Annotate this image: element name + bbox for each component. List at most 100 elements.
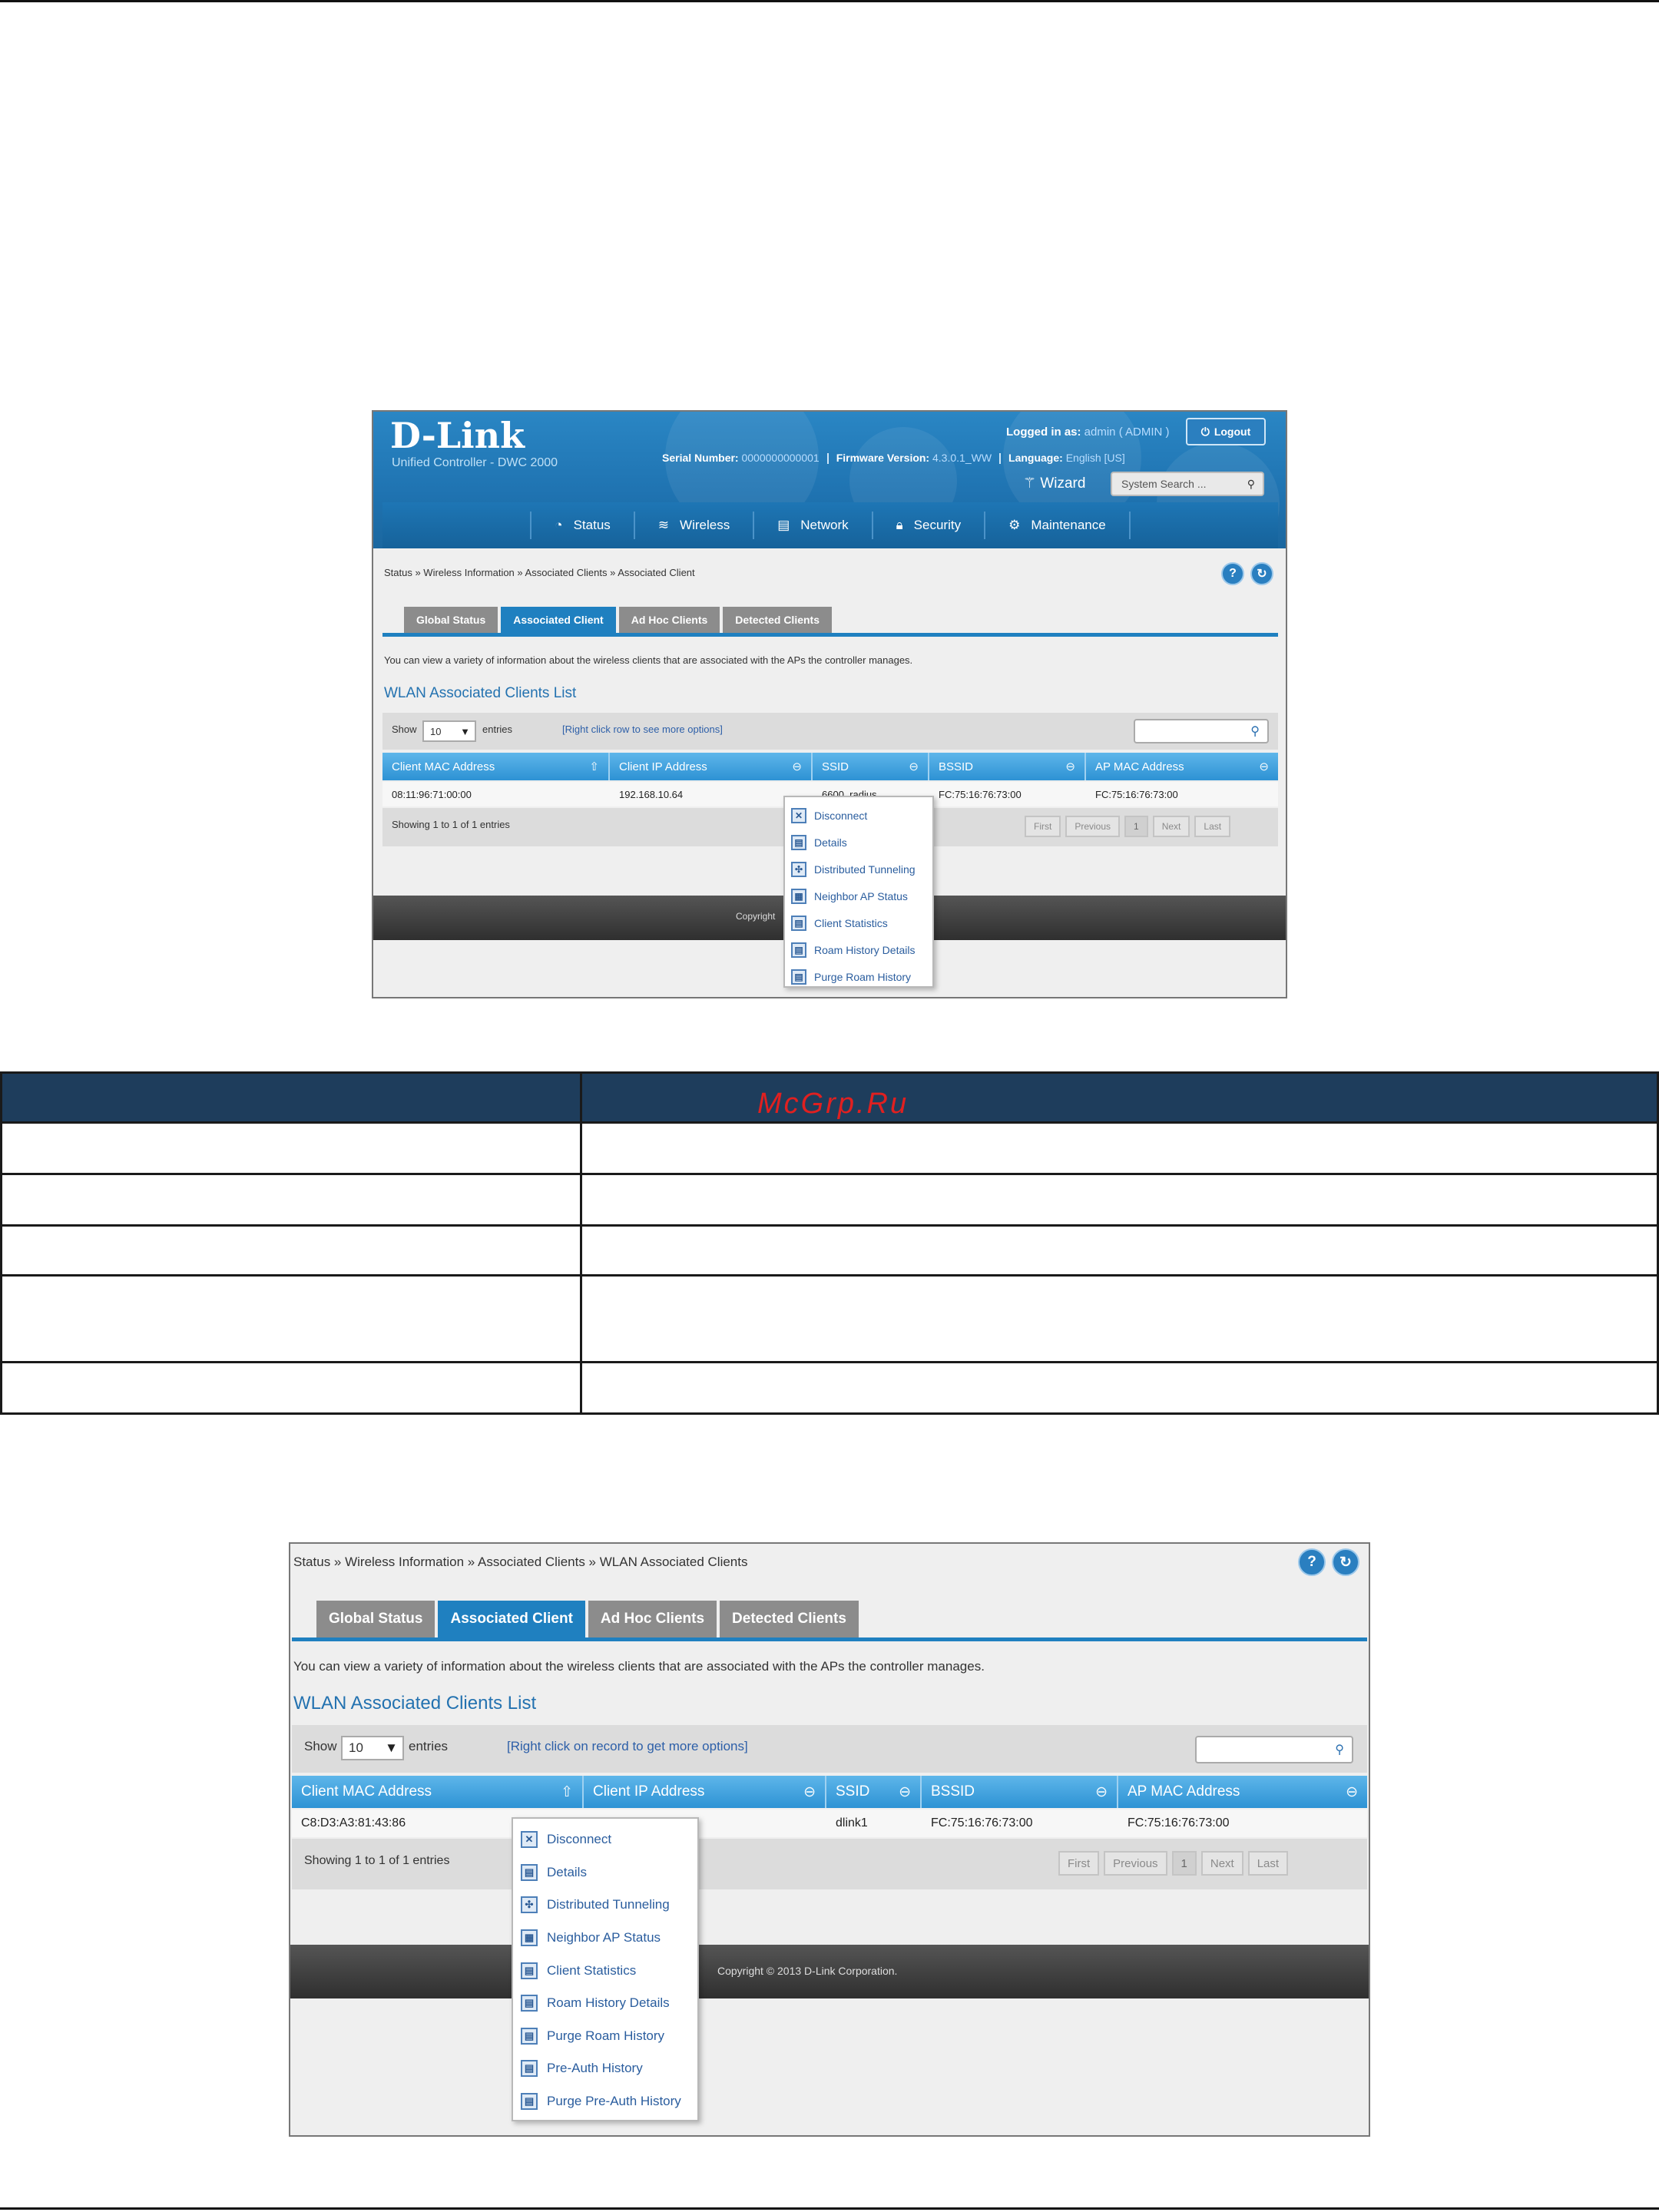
next-page-button[interactable]: Next <box>1200 1851 1243 1876</box>
table-row <box>0 1173 1659 1227</box>
search-icon: ⚲ <box>1250 725 1260 738</box>
menu-distributed-tunneling[interactable]: ✣ Distributed Tunneling <box>791 856 926 882</box>
sort-icon: ⊖ <box>1065 760 1075 773</box>
page-size-select[interactable]: 10 ▼ <box>341 1736 404 1760</box>
tab-associated-client[interactable]: Associated Client <box>438 1601 585 1637</box>
page-size-select[interactable]: 10 ▼ <box>422 720 476 742</box>
field-description-table <box>0 1071 1659 1415</box>
nav-wireless[interactable]: ≋ Wireless <box>635 512 755 539</box>
col-client-ip[interactable]: Client IP Address ⊖ <box>584 1776 826 1808</box>
nav-security[interactable]: 🔒︎ Security <box>873 512 986 539</box>
table-row <box>0 1361 1659 1415</box>
first-page-button[interactable]: First <box>1058 1851 1100 1876</box>
menu-purge-pre-auth-history[interactable]: ▤ Purge Pre-Auth History <box>521 2085 690 2118</box>
menu-details[interactable]: ▤ Details <box>791 829 926 856</box>
nav-network[interactable]: ▤ Network <box>754 512 873 539</box>
tunnel-icon: ✣ <box>791 861 806 877</box>
cell-ap-mac: FC:75:16:76:73:00 <box>1095 788 1178 800</box>
col-bssid[interactable]: BSSID ⊖ <box>922 1776 1118 1808</box>
system-search-input[interactable]: System Search ... ⚲ <box>1111 472 1264 496</box>
cell-client-mac: 08:11:96:71:00:00 <box>392 788 472 800</box>
nav-status[interactable]: ◔ Status <box>530 512 635 539</box>
col-bssid[interactable]: BSSID ⊖ <box>929 753 1086 780</box>
nav-maintenance[interactable]: ⚙ Maintenance <box>985 512 1131 539</box>
page-number[interactable]: 1 <box>1124 816 1148 837</box>
tab-ad-hoc-clients[interactable]: Ad Hoc Clients <box>588 1601 717 1637</box>
menu-distributed-tunneling[interactable]: ✣ Distributed Tunneling <box>521 1889 690 1922</box>
header-banner: D-Link Unified Controller - DWC 2000 Log… <box>373 412 1286 548</box>
cell-ssid: dlink1 <box>836 1816 868 1830</box>
watermark: McGrp.Ru <box>757 1088 909 1120</box>
sort-asc-icon: ⇧ <box>589 760 599 773</box>
tab-detected-clients[interactable]: Detected Clients <box>720 1601 859 1637</box>
col-ap-mac[interactable]: AP MAC Address ⊖ <box>1118 1776 1367 1808</box>
menu-client-statistics[interactable]: ▤ Client Statistics <box>791 909 926 936</box>
cell-bssid: FC:75:16:76:73:00 <box>939 788 1022 800</box>
wand-icon: ⚚ <box>1023 475 1037 492</box>
copyright: Copyright © 2013 D-Link Corporation. <box>717 1965 898 1977</box>
last-page-button[interactable]: Last <box>1194 816 1231 837</box>
list-title: WLAN Associated Clients List <box>384 685 577 701</box>
refresh-icon[interactable]: ↻ <box>1332 1548 1359 1576</box>
tab-underline <box>382 633 1278 637</box>
sort-icon: ⊖ <box>792 760 802 773</box>
col-client-mac[interactable]: Client MAC Address ⇧ <box>292 1776 584 1808</box>
menu-neighbor-ap-status[interactable]: ▦ Neighbor AP Status <box>791 882 926 909</box>
lock-icon: 🔒︎ <box>896 518 903 532</box>
dropdown-arrow-icon: ▼ <box>385 1740 398 1755</box>
menu-roam-history-details[interactable]: ▤ Roam History Details <box>521 1987 690 2020</box>
tab-detected-clients[interactable]: Detected Clients <box>723 607 832 633</box>
help-icon[interactable]: ? <box>1298 1548 1326 1576</box>
page-description: You can view a variety of information ab… <box>293 1659 985 1674</box>
first-page-button[interactable]: First <box>1025 816 1061 837</box>
menu-disconnect[interactable]: ✕ Disconnect <box>791 802 926 829</box>
menu-client-statistics[interactable]: ▤ Client Statistics <box>521 1954 690 1987</box>
tab-ad-hoc-clients[interactable]: Ad Hoc Clients <box>618 607 720 633</box>
right-click-hint: [Right click row to see more options] <box>562 724 723 735</box>
wizard-link[interactable]: ⚚ Wizard <box>1023 475 1085 492</box>
menu-purge-roam-history[interactable]: ▤ Purge Roam History <box>521 2020 690 2053</box>
table-row[interactable]: C8:D3:A3:81:43:86 dlink1 FC:75:16:76:73:… <box>292 1810 1367 1837</box>
menu-neighbor-ap-status[interactable]: ▦ Neighbor AP Status <box>521 1922 690 1955</box>
previous-page-button[interactable]: Previous <box>1104 1851 1167 1876</box>
table-search-input[interactable]: ⚲ <box>1134 719 1269 743</box>
last-page-button[interactable]: Last <box>1247 1851 1289 1876</box>
document-icon: ▤ <box>791 969 806 985</box>
tab-bar: Global Status Associated Client Ad Hoc C… <box>316 1601 859 1637</box>
page-number[interactable]: 1 <box>1171 1851 1197 1876</box>
col-ssid[interactable]: SSID ⊖ <box>826 1776 922 1808</box>
tab-global-status[interactable]: Global Status <box>316 1601 435 1637</box>
menu-purge-roam-history[interactable]: ▤ Purge Roam History <box>791 963 926 990</box>
table-row <box>0 1274 1659 1363</box>
menu-roam-history-details[interactable]: ▤ Roam History Details <box>791 936 926 963</box>
context-menu: ✕ Disconnect ▤ Details ✣ Distributed Tunnel… <box>783 796 934 988</box>
sort-icon: ⊖ <box>909 760 919 773</box>
menu-pre-auth-history[interactable]: ▤ Pre-Auth History <box>521 2052 690 2085</box>
next-page-button[interactable]: Next <box>1152 816 1190 837</box>
col-client-mac[interactable]: Client MAC Address ⇧ <box>382 753 610 780</box>
table-header: Client MAC Address ⇧ Client IP Address ⊖ S… <box>382 753 1278 780</box>
col-ssid[interactable]: SSID ⊖ <box>813 753 929 780</box>
col-ap-mac[interactable]: AP MAC Address ⊖ <box>1086 753 1278 780</box>
top-rule <box>0 0 1659 2</box>
refresh-icon[interactable]: ↻ <box>1250 562 1273 585</box>
menu-details[interactable]: ▤ Details <box>521 1856 690 1889</box>
breadcrumb: Status » Wireless Information » Associat… <box>384 567 695 578</box>
table-search-input[interactable]: ⚲ <box>1195 1736 1353 1763</box>
previous-page-button[interactable]: Previous <box>1065 816 1121 837</box>
logged-user: admin ( ADMIN ) <box>1084 426 1170 439</box>
disconnect-icon: ✕ <box>521 1831 538 1849</box>
tab-bar: Global Status Associated Client Ad Hoc C… <box>404 607 832 633</box>
document-icon: ▤ <box>791 915 806 931</box>
disconnect-icon: ✕ <box>791 807 806 823</box>
cell-bssid: FC:75:16:76:73:00 <box>931 1816 1033 1830</box>
help-icon[interactable]: ? <box>1221 562 1244 585</box>
tab-global-status[interactable]: Global Status <box>404 607 498 633</box>
tab-associated-client[interactable]: Associated Client <box>501 607 616 633</box>
sort-icon: ⊖ <box>803 1783 816 1800</box>
menu-disconnect[interactable]: ✕ Disconnect <box>521 1823 690 1856</box>
dropdown-arrow-icon: ▼ <box>460 725 470 737</box>
wifi-icon: ≋ <box>657 518 670 532</box>
logout-button[interactable]: ⏻ Logout <box>1186 418 1266 445</box>
col-client-ip[interactable]: Client IP Address ⊖ <box>610 753 813 780</box>
